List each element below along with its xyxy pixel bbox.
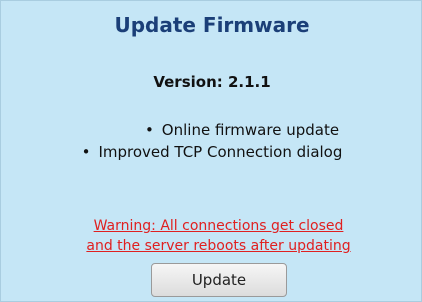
version-label: Version: 2.1.1 <box>153 73 271 91</box>
dialog-title: Update Firmware <box>114 13 310 37</box>
bullet-icon: • <box>81 143 91 161</box>
feature-text: Online firmware update <box>161 121 340 139</box>
update-button[interactable]: Update <box>151 263 287 297</box>
update-firmware-panel: Update Firmware Version: 2.1.1 • Online f… <box>0 0 422 302</box>
warning-message: Warning: All connections get closed and … <box>1 216 422 256</box>
list-item: • Improved TCP Connection dialog <box>1 141 422 163</box>
warning-line-2: and the server reboots after updating <box>86 238 351 254</box>
warning-line-1: Warning: All connections get closed <box>93 218 344 234</box>
feature-text: Improved TCP Connection dialog <box>98 143 343 161</box>
bullet-icon: • <box>144 121 154 139</box>
feature-list: • Online firmware update • Improved TCP Co… <box>1 119 422 163</box>
list-item: • Online firmware update <box>1 119 422 141</box>
